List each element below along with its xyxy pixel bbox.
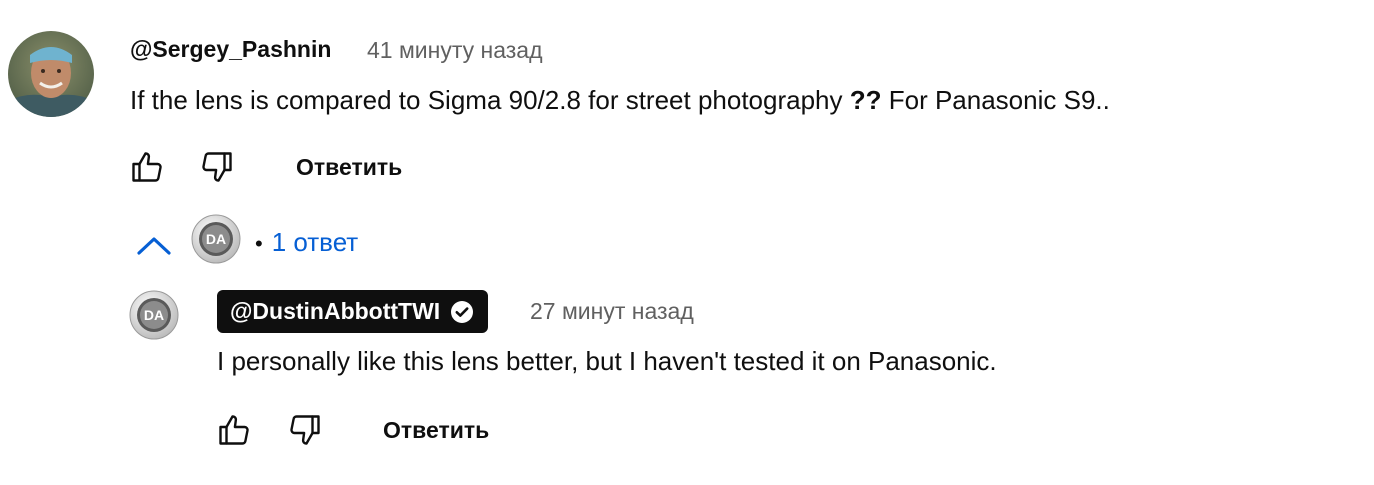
avatar-initials: DA — [144, 307, 164, 323]
like-button[interactable] — [129, 149, 165, 185]
reply-author-avatar-small: DA — [191, 214, 241, 264]
verified-check-icon — [451, 300, 474, 323]
reply-text: I personally like this lens better, but … — [217, 346, 997, 376]
comment-timestamp[interactable]: 41 минуту назад — [367, 37, 543, 64]
reply-button[interactable]: Ответить — [296, 154, 402, 181]
reply-dislike-button[interactable] — [287, 412, 323, 448]
comment-text: If the lens is compared to Sigma 90/2.8 … — [130, 85, 1110, 116]
replies-count-label: 1 ответ — [271, 227, 359, 257]
thumbs-up-icon — [132, 152, 162, 182]
reply-like-button[interactable] — [216, 412, 252, 448]
thumbs-down-icon — [290, 415, 320, 445]
comment-text-emphasis: ?? — [849, 85, 882, 115]
channel-owner-badge[interactable]: @DustinAbbottTWI — [217, 290, 489, 333]
reply-author-handle: @DustinAbbottTWI — [230, 298, 441, 324]
comment-text-part: If the lens is compared to Sigma 90/2.8 … — [130, 85, 850, 115]
thumbs-down-icon — [202, 152, 232, 182]
reply-timestamp[interactable]: 27 минут назад — [530, 298, 694, 325]
replies-count-link[interactable]: • 1 ответ — [255, 227, 358, 258]
commenter-handle[interactable]: @Sergey_Pashnin — [130, 36, 331, 63]
reply-author-avatar[interactable]: DA — [129, 290, 179, 340]
thumbs-up-icon — [219, 415, 249, 445]
avatar-initials: DA — [206, 231, 226, 247]
commenter-avatar[interactable] — [8, 31, 94, 117]
comment-text-part: For Panasonic S9.. — [881, 85, 1110, 115]
dislike-button[interactable] — [199, 149, 235, 185]
bullet-separator: • — [255, 231, 263, 256]
replies-collapse-button[interactable] — [135, 222, 173, 266]
reply-reply-button[interactable]: Ответить — [383, 417, 489, 444]
chevron-up-icon — [137, 237, 171, 255]
